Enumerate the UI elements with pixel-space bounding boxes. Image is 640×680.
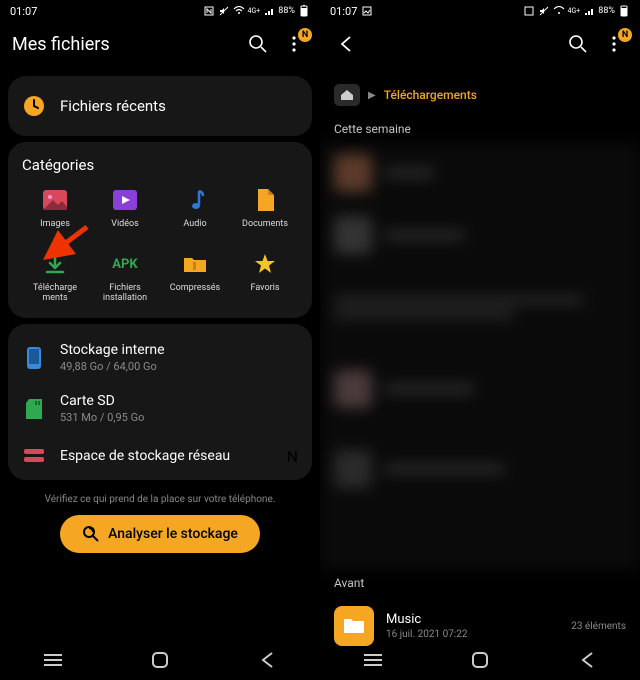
storage-network[interactable]: Espace de stockage réseau N	[22, 434, 298, 472]
section-before: Avant	[320, 570, 640, 596]
menu-button[interactable]: N	[280, 30, 308, 58]
recent-files-label: Fichiers récents	[60, 97, 298, 115]
mute-icon	[218, 5, 230, 17]
audio-icon	[181, 186, 209, 214]
battery-pct: 88%	[598, 6, 615, 16]
storage-internal[interactable]: Stockage interne 49,88 Go / 64,00 Go	[22, 332, 298, 383]
signal-icon	[263, 5, 275, 17]
status-bar: 01:07 4G+ 88%	[320, 0, 640, 22]
blurred-file-list	[320, 142, 640, 570]
analyze-storage-button[interactable]: Analyser le stockage	[60, 515, 260, 553]
file-name: Music	[386, 612, 559, 627]
nav-home[interactable]	[149, 649, 171, 671]
category-favorites[interactable]: Favoris	[232, 250, 298, 304]
document-icon	[251, 186, 279, 214]
wifi-icon	[233, 5, 245, 17]
analyze-icon	[82, 525, 100, 543]
apk-icon: APK	[111, 250, 139, 278]
download-icon	[41, 250, 69, 278]
zip-icon	[181, 250, 209, 278]
battery-pct: 88%	[278, 6, 295, 16]
screen-left: 01:07 4G+ 88% Mes fichiers	[0, 0, 320, 680]
search-button[interactable]	[244, 30, 272, 58]
search-button[interactable]	[564, 30, 592, 58]
menu-badge: N	[618, 28, 632, 42]
nav-back[interactable]	[576, 649, 598, 671]
category-images[interactable]: Images	[22, 186, 88, 240]
nfc-icon	[523, 5, 535, 17]
breadcrumb-current[interactable]: Téléchargements	[384, 88, 477, 102]
category-videos[interactable]: Vidéos	[92, 186, 158, 240]
status-bar: 01:07 4G+ 88%	[0, 0, 320, 22]
phone-icon	[22, 346, 46, 370]
clock-icon	[22, 94, 46, 118]
menu-badge: N	[298, 28, 312, 42]
nfc-icon	[203, 5, 215, 17]
network-label: 4G+	[248, 7, 261, 15]
menu-button[interactable]: N	[600, 30, 628, 58]
signal-icon	[583, 5, 595, 17]
downloads-label: Téléchargements	[33, 284, 77, 304]
wifi-icon	[553, 5, 565, 17]
nav-home[interactable]	[469, 649, 491, 671]
storage-sd[interactable]: Carte SD 531 Mo / 0,95 Go	[22, 383, 298, 434]
categories-card: Catégories Images Vidéos Audio	[8, 142, 312, 318]
section-this-week: Cette semaine	[320, 116, 640, 142]
header: Mes fichiers N	[0, 22, 320, 70]
breadcrumb-home[interactable]	[334, 84, 360, 106]
category-audio[interactable]: Audio	[162, 186, 228, 240]
storage-tip: Vérifiez ce qui prend de la place sur vo…	[12, 494, 308, 505]
screen-right: 01:07 4G+ 88% N ▶	[320, 0, 640, 680]
network-icon	[22, 444, 46, 468]
nav-recents[interactable]	[362, 649, 384, 671]
status-time: 01:07	[10, 5, 37, 18]
nav-recents[interactable]	[42, 649, 64, 671]
file-date: 16 juil. 2021 07:22	[386, 629, 559, 640]
battery-icon	[618, 5, 630, 17]
file-count: 23 éléments	[571, 621, 626, 632]
analyze-label: Analyser le stockage	[108, 526, 238, 542]
category-documents[interactable]: Documents	[232, 186, 298, 240]
battery-icon	[298, 5, 310, 17]
star-icon	[251, 250, 279, 278]
recent-files-card[interactable]: Fichiers récents	[8, 76, 312, 136]
category-apk[interactable]: APK Fichiers installation	[92, 250, 158, 304]
back-button[interactable]	[332, 30, 360, 58]
breadcrumb: ▶ Téléchargements	[320, 70, 640, 116]
header: N	[320, 22, 640, 70]
page-title: Mes fichiers	[12, 34, 236, 55]
screenshot-icon	[361, 5, 373, 17]
status-time: 01:07	[330, 5, 357, 18]
category-downloads[interactable]: Téléchargements	[22, 250, 88, 304]
nav-back[interactable]	[256, 649, 278, 671]
storage-card: Stockage interne 49,88 Go / 64,00 Go Car…	[8, 324, 312, 480]
mute-icon	[538, 5, 550, 17]
sd-icon	[22, 397, 46, 421]
storage-network-badge: N	[287, 447, 298, 466]
navbar	[0, 640, 320, 680]
network-label: 4G+	[568, 7, 581, 15]
image-icon	[41, 186, 69, 214]
chevron-right-icon: ▶	[368, 90, 376, 101]
navbar	[320, 640, 640, 680]
categories-title: Catégories	[22, 156, 298, 174]
video-icon	[111, 186, 139, 214]
category-compressed[interactable]: Compressés	[162, 250, 228, 304]
